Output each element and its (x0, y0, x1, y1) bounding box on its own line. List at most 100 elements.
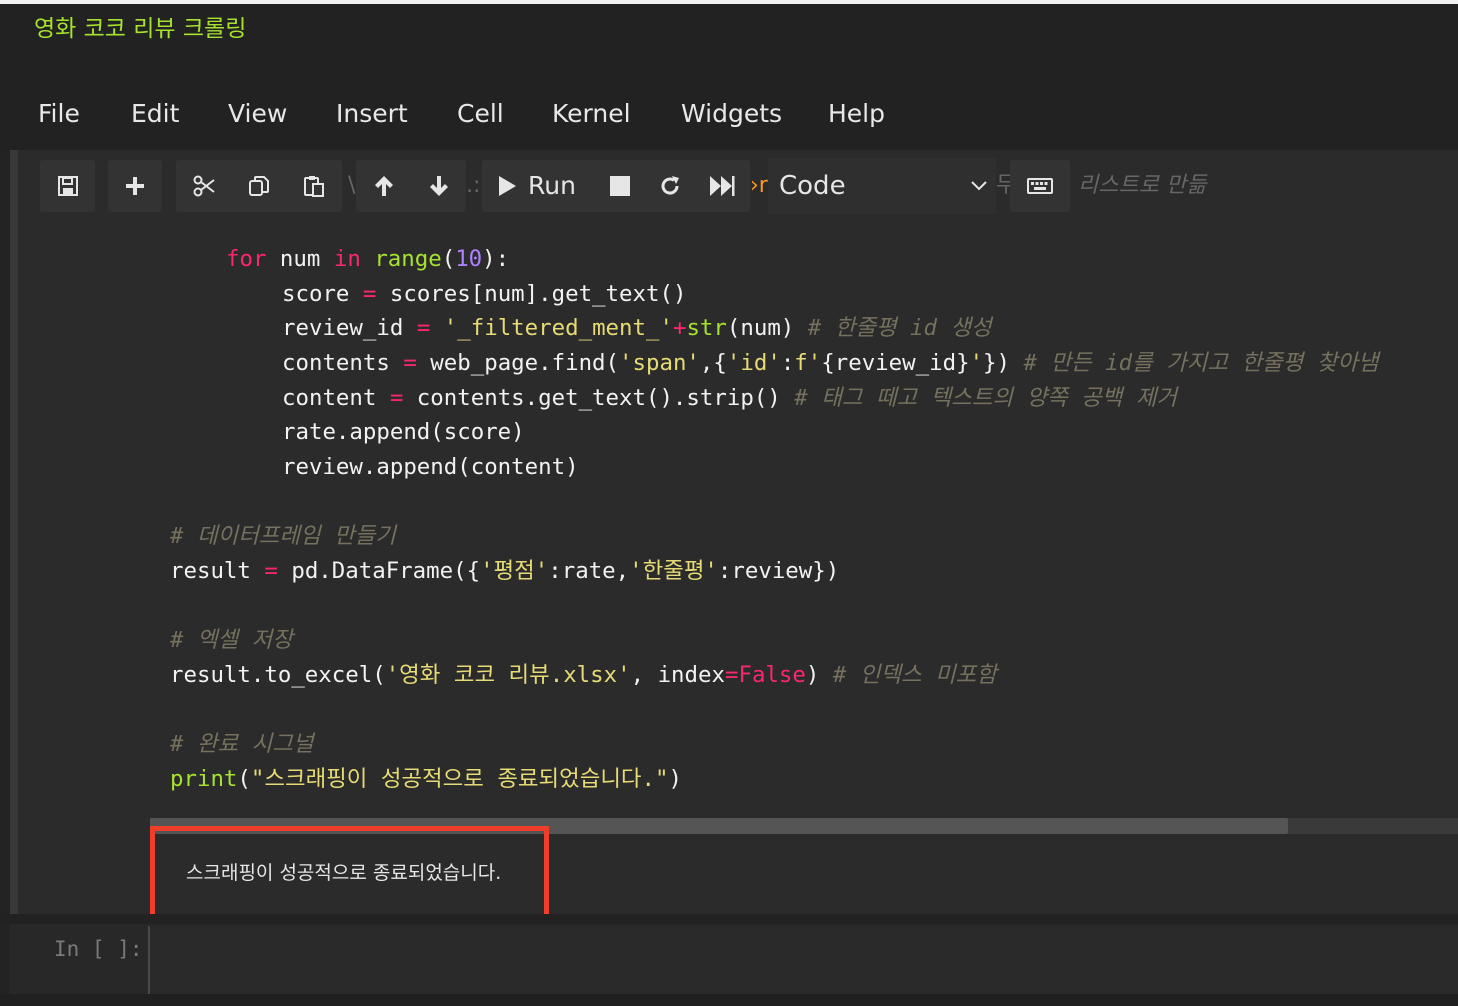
notebook-title[interactable]: 영화 코코 리뷰 크롤링 (34, 14, 246, 44)
code-token: '영화 코코 리뷰.xlsx' (385, 662, 631, 688)
code-token: :review}) (717, 558, 840, 584)
code-token: num (266, 246, 334, 272)
notebook-window: 영화 코코 리뷰 크롤링 File Edit View Insert Cell … (0, 0, 1458, 1006)
code-token: = (724, 662, 739, 688)
code-token: False (738, 662, 806, 688)
toolbar-overlapped-code-text: 리스트로 만듦 (1078, 173, 1207, 198)
code-token: f' (794, 350, 822, 376)
cell-type-value: Code (779, 171, 846, 201)
move-button-group (356, 160, 466, 212)
menu-help[interactable]: Help (828, 94, 885, 134)
code-token: :rate, (548, 558, 630, 584)
run-button-group: Run (482, 160, 750, 212)
menu-kernel[interactable]: Kernel (552, 94, 631, 134)
code-comment: # 만든 id를 가지고 한줄평 찾아냄 (1023, 350, 1379, 376)
code-token: '_filtered_ment_' (443, 315, 673, 341)
code-token: result.to_excel( (170, 662, 386, 688)
code-comment: # 태그 떼고 텍스트의 양쪽 공백 제거 (794, 385, 1178, 411)
code-token: : (780, 350, 795, 376)
code-token: str (686, 315, 727, 341)
arrow-up-icon[interactable] (356, 160, 412, 212)
toolbar-clipped-glyph: 두 (996, 173, 1010, 198)
copy-icon[interactable] (232, 160, 286, 212)
code-token: 10 (455, 246, 483, 272)
code-token: review_id (282, 315, 417, 341)
code-token: 'span' (619, 350, 700, 376)
code-line: score = scores[num].get_text() (282, 279, 686, 309)
code-token: = (416, 315, 431, 341)
arrow-down-icon[interactable] (412, 160, 466, 212)
code-comment: # 완료 시그널 (170, 731, 314, 757)
code-token: web_page.find( (416, 350, 620, 376)
code-token: (num) (726, 315, 808, 341)
code-token: ,{ (699, 350, 727, 376)
code-token: = (362, 281, 377, 307)
command-palette-button[interactable] (1010, 160, 1070, 212)
code-line: contents = web_page.find('span',{'id':f'… (282, 348, 1379, 378)
code-token: '평점' (480, 558, 549, 584)
code-token: ): (482, 246, 510, 272)
restart-icon[interactable] (652, 160, 688, 212)
menu-edit[interactable]: Edit (131, 94, 179, 134)
menu-view[interactable]: View (228, 94, 287, 134)
code-line: for num in range(10): (226, 244, 509, 274)
code-token: contents.get_text().strip() (403, 385, 795, 411)
play-icon[interactable] (492, 160, 522, 212)
code-line: review_id = '_filtered_ment_'+str(num) #… (282, 313, 992, 343)
code-token: = (264, 558, 278, 584)
code-line: # 엑셀 저장 (170, 625, 293, 655)
menu-cell[interactable]: Cell (457, 94, 504, 134)
code-line: result = pd.DataFrame({'평점':rate,'한줄평':r… (170, 556, 839, 586)
code-token: for (226, 246, 267, 272)
code-token: score (282, 281, 363, 307)
code-token: pd.DataFrame({ (277, 558, 481, 584)
code-line: review.append(content) (282, 452, 579, 482)
code-line: # 완료 시그널 (170, 729, 313, 759)
insert-cell-button[interactable] (108, 160, 162, 212)
code-token: range (374, 246, 442, 272)
code-comment: # 한줄평 id 생성 (807, 315, 992, 341)
code-token: , index (630, 662, 725, 688)
code-token: ( (441, 246, 456, 272)
code-token: rate.append(score) (282, 419, 525, 445)
menu-insert[interactable]: Insert (336, 94, 408, 134)
keyboard-icon (1010, 160, 1070, 212)
save-icon (40, 160, 95, 212)
scissors-icon[interactable] (176, 160, 232, 212)
save-button[interactable] (40, 160, 95, 212)
menu-file[interactable]: File (38, 94, 80, 134)
code-token: 'id' (726, 350, 781, 376)
bottom-strip (0, 994, 1458, 1006)
code-token: = (389, 385, 404, 411)
cell-type-select[interactable]: Code (768, 158, 996, 214)
fast-forward-icon[interactable] (704, 160, 740, 212)
code-line: rate.append(score) (282, 417, 525, 447)
code-token: ' (969, 350, 984, 376)
code-token: result (170, 558, 265, 584)
paste-icon[interactable] (286, 160, 342, 212)
stop-icon[interactable] (602, 160, 638, 212)
code-comment: # 데이터프레임 만들기 (170, 523, 396, 549)
code-token: contents (282, 350, 404, 376)
code-token: in (333, 246, 361, 272)
code-token: = (403, 350, 417, 376)
code-token: scores[num].get_text() (376, 281, 687, 307)
code-token: content (282, 385, 390, 411)
code-line: print("스크래핑이 성공적으로 종료되었습니다.") (170, 764, 682, 794)
code-token: review.append(content) (282, 454, 579, 480)
output-highlight-box (150, 826, 549, 925)
code-comment: # 엑셀 저장 (170, 627, 293, 653)
code-comment: # 인덱스 미포함 (832, 662, 997, 688)
empty-cell-input[interactable] (148, 926, 1458, 994)
code-token: {review_id} (821, 350, 970, 376)
menu-widgets[interactable]: Widgets (681, 94, 782, 134)
cell-divider (0, 914, 1458, 924)
input-prompt: In [ ]: (54, 937, 143, 961)
code-line: content = contents.get_text().strip() # … (282, 383, 1177, 413)
run-button-label[interactable]: Run (528, 160, 576, 212)
code-token: "스크래핑이 성공적으로 종료되었습니다." (250, 766, 669, 792)
code-token: ) (805, 662, 833, 688)
toolbar-clipped-glyph: ›r (750, 173, 768, 198)
code-token: }) (983, 350, 1024, 376)
